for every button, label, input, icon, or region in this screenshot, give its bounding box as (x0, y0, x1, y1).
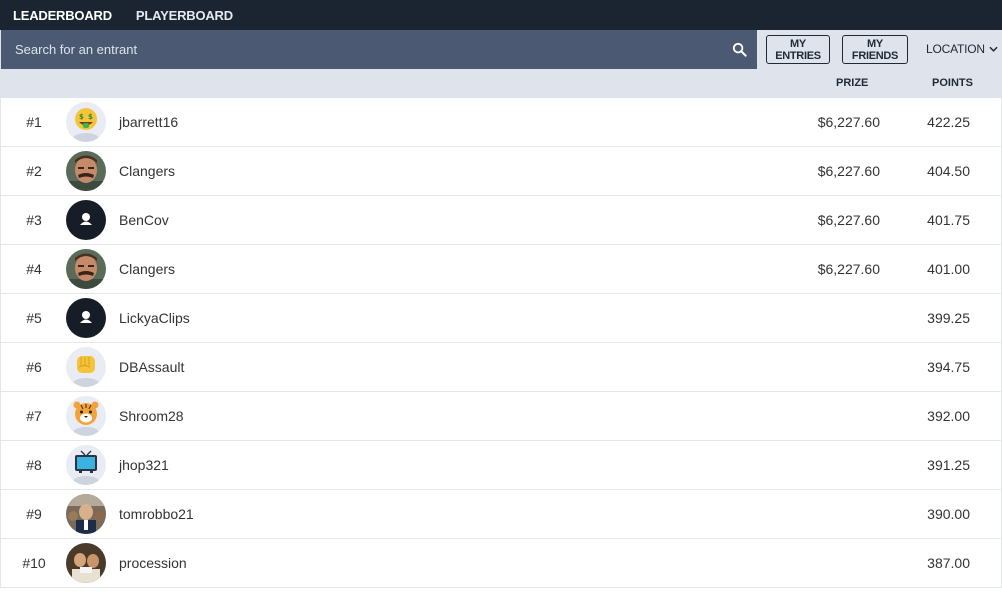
chevron-down-icon (989, 46, 998, 52)
points-value: 401.00 (927, 261, 970, 277)
rank-label: #10 (22, 555, 46, 571)
points-value: 399.25 (927, 310, 970, 326)
rank-label: #3 (26, 212, 42, 228)
search-box (1, 30, 757, 69)
points-value: 390.00 (927, 506, 970, 522)
svg-text:$: $ (88, 113, 93, 121)
leaderboard-row[interactable]: #9 tomrobbo21 390.00 (0, 490, 1002, 539)
entrant-name[interactable]: Clangers (119, 163, 175, 179)
rank-label: #9 (26, 506, 42, 522)
column-header: PRIZE POINTS (0, 69, 1002, 98)
location-dropdown[interactable]: LOCATION (926, 42, 998, 56)
avatar[interactable] (66, 347, 106, 387)
points-value: 422.25 (927, 114, 970, 130)
prize-value: $6,227.60 (817, 163, 880, 179)
leaderboard-list: #1 $ $ jbarrett16 $6,227.60 422.25 #2 Clangers $… (0, 98, 1002, 588)
rank-label: #6 (26, 359, 42, 375)
my-entries-button[interactable]: MY ENTRIES (766, 35, 830, 64)
entrant-name[interactable]: tomrobbo21 (119, 506, 194, 522)
entrant-name[interactable]: LickyaClips (119, 310, 190, 326)
points-column-header[interactable]: POINTS (932, 77, 973, 89)
entrant-name[interactable]: procession (119, 555, 187, 571)
avatar[interactable] (66, 249, 106, 289)
avatar[interactable] (66, 494, 106, 534)
avatar[interactable] (66, 200, 106, 240)
entrant-name[interactable]: jbarrett16 (119, 114, 178, 130)
points-value: 391.25 (927, 457, 970, 473)
points-value: 404.50 (927, 163, 970, 179)
points-value: 401.75 (927, 212, 970, 228)
rank-label: #4 (26, 261, 42, 277)
avatar[interactable] (66, 151, 106, 191)
rank-label: #7 (26, 408, 42, 424)
leaderboard-row[interactable]: #2 Clangers $6,227.60 404.50 (0, 147, 1002, 196)
leaderboard-row[interactable]: #7 Shroom28 392.00 (0, 392, 1002, 441)
rank-label: #2 (26, 163, 42, 179)
avatar[interactable]: $ $ (66, 102, 106, 142)
points-value: 394.75 (927, 359, 970, 375)
search-input[interactable] (15, 42, 695, 57)
entrant-name[interactable]: DBAssault (119, 359, 184, 375)
top-nav: LEADERBOARD PLAYERBOARD (0, 0, 1002, 30)
my-friends-button[interactable]: MY FRIENDS (842, 35, 908, 64)
tab-leaderboard[interactable]: LEADERBOARD (13, 8, 112, 23)
entrant-name[interactable]: Shroom28 (119, 408, 184, 424)
leaderboard-row[interactable]: #3 BenCov $6,227.60 401.75 (0, 196, 1002, 245)
leaderboard-row[interactable]: #1 $ $ jbarrett16 $6,227.60 422.25 (0, 98, 1002, 147)
entrant-name[interactable]: BenCov (119, 212, 169, 228)
avatar[interactable] (66, 298, 106, 338)
leaderboard-row[interactable]: #6 DBAssault 394.75 (0, 343, 1002, 392)
location-label: LOCATION (926, 42, 985, 56)
rank-label: #8 (26, 457, 42, 473)
leaderboard-row[interactable]: #5 LickyaClips 399.25 (0, 294, 1002, 343)
filter-bar: MY ENTRIES MY FRIENDS LOCATION (0, 30, 1002, 69)
leaderboard-row[interactable]: #8 jhop321 391.25 (0, 441, 1002, 490)
rank-label: #1 (26, 114, 42, 130)
leaderboard-row[interactable]: #10 procession 387.00 (0, 539, 1002, 588)
rank-label: #5 (26, 310, 42, 326)
entrant-name[interactable]: jhop321 (119, 457, 169, 473)
entrant-name[interactable]: Clangers (119, 261, 175, 277)
prize-value: $6,227.60 (817, 261, 880, 277)
tab-playerboard[interactable]: PLAYERBOARD (136, 8, 233, 23)
avatar[interactable] (66, 543, 106, 583)
points-value: 387.00 (927, 555, 970, 571)
prize-value: $6,227.60 (817, 114, 880, 130)
points-value: 392.00 (927, 408, 970, 424)
prize-value: $6,227.60 (817, 212, 880, 228)
prize-column-header[interactable]: PRIZE (836, 77, 868, 89)
leaderboard-row[interactable]: #4 Clangers $6,227.60 401.00 (0, 245, 1002, 294)
svg-text:$: $ (79, 113, 84, 121)
search-icon[interactable] (732, 42, 747, 57)
avatar[interactable] (66, 396, 106, 436)
avatar[interactable] (66, 445, 106, 485)
